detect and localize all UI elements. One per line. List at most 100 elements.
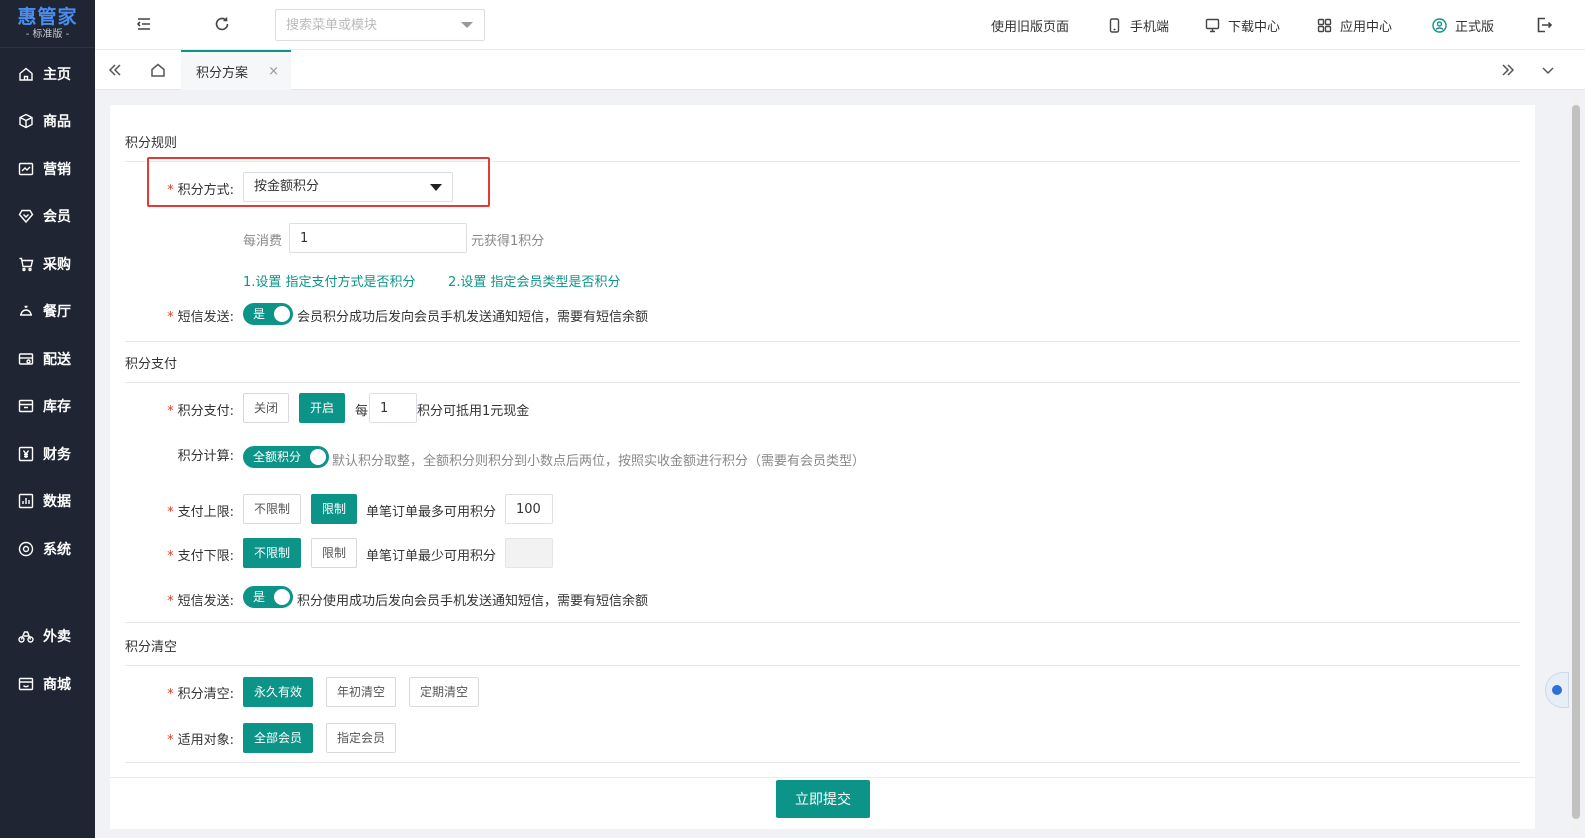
lower-limit-label: * 支付下限: xyxy=(167,549,234,564)
payment-sms-toggle[interactable]: 是 xyxy=(243,586,293,608)
pay-suffix: 积分可抵用1元现金 xyxy=(417,404,530,419)
truck-icon xyxy=(18,353,34,365)
target-label: * 适用对象: xyxy=(167,733,234,748)
consume-suffix: 元获得1积分 xyxy=(471,234,545,249)
mobile-label: 手机端 xyxy=(1130,20,1170,35)
sidebar-item-home[interactable]: 主页 xyxy=(0,54,95,94)
tab-scroll-right-icon[interactable] xyxy=(1488,50,1528,90)
logo-edition: - 标准版 - xyxy=(25,29,70,40)
method-select[interactable]: 按金额积分 xyxy=(243,172,453,202)
scrollbar-thumb[interactable] xyxy=(1572,105,1580,819)
calc-desc: 默认积分取整，全额积分则积分到小数点后两位，按照实收金额进行积分（需要有会员类型… xyxy=(332,454,866,469)
sidebar-item-purchase[interactable]: 采购 xyxy=(0,244,95,284)
clear-permanent-button[interactable]: 永久有效 xyxy=(243,677,314,707)
bar-chart-icon xyxy=(18,493,34,509)
home-tab-icon[interactable] xyxy=(138,50,178,90)
top-header: 使用旧版页面 手机端 下载中心 应用中心 正式版 xyxy=(95,0,1585,50)
diamond-icon xyxy=(18,209,34,224)
app-center-label: 应用中心 xyxy=(1340,20,1393,35)
consume-amount-input[interactable] xyxy=(289,223,467,253)
calc-full-points-toggle[interactable]: 全额积分 xyxy=(243,446,329,468)
sidebar-item-member[interactable]: 会员 xyxy=(0,196,95,236)
upper-limit-label: * 支付上限: xyxy=(167,505,234,520)
consume-prefix: 每消费 xyxy=(243,234,283,249)
payment-sms-desc: 积分使用成功后发向会员手机发送通知短信，需要有短信余额 xyxy=(297,594,649,609)
pay-prefix: 每 xyxy=(355,404,369,419)
yen-icon xyxy=(18,446,34,462)
upper-limit-input[interactable] xyxy=(505,494,553,524)
download-label: 下载中心 xyxy=(1228,20,1281,35)
sidebar-item-goods[interactable]: 商品 xyxy=(0,101,95,141)
box-icon xyxy=(19,113,33,129)
divider xyxy=(125,382,1520,383)
member-type-points-link[interactable]: 2.设置 指定会员类型是否积分 xyxy=(448,271,621,290)
upper-limit-desc: 单笔订单最多可用积分 xyxy=(366,505,497,520)
submit-button[interactable]: 立即提交 xyxy=(776,780,870,818)
all-members-button[interactable]: 全部会员 xyxy=(243,723,314,753)
chevron-down-icon[interactable] xyxy=(461,22,473,28)
clear-periodic-button[interactable]: 定期清空 xyxy=(409,677,480,707)
payment-method-points-link[interactable]: 1.设置 指定支付方式是否积分 xyxy=(243,271,416,290)
section-title-payment: 积分支付 xyxy=(125,357,178,372)
warehouse-icon xyxy=(18,399,34,413)
monitor-icon xyxy=(1205,18,1220,33)
sidebar-item-label: 外卖 xyxy=(43,629,71,645)
menu-search-input[interactable] xyxy=(275,9,485,41)
sidebar-item-label: 财务 xyxy=(43,447,71,463)
lower-limited-button[interactable]: 限制 xyxy=(311,538,358,568)
mobile-link[interactable]: 手机端 xyxy=(1107,16,1169,35)
download-center-link[interactable]: 下载中心 xyxy=(1205,16,1280,35)
refresh-icon[interactable] xyxy=(213,15,233,35)
settings-icon xyxy=(18,541,34,557)
old-version-link[interactable]: 使用旧版页面 xyxy=(991,16,1069,35)
sidebar-item-label: 配送 xyxy=(43,352,71,368)
lower-limit-input[interactable] xyxy=(505,538,553,568)
phone-icon xyxy=(1109,18,1120,33)
specific-members-button[interactable]: 指定会员 xyxy=(326,723,397,753)
pay-off-button[interactable]: 关闭 xyxy=(243,393,290,423)
tab-scroll-left-icon[interactable] xyxy=(95,50,135,90)
sidebar-item-label: 主页 xyxy=(43,67,71,83)
upper-limited-button[interactable]: 限制 xyxy=(311,494,358,524)
tab-bar: 积分方案 × xyxy=(95,50,1585,90)
app-logo[interactable]: 惠管家 - 标准版 - xyxy=(0,0,95,48)
sidebar-item-takeout[interactable]: 外卖 xyxy=(0,616,95,656)
tab-menu-chevron-icon[interactable] xyxy=(1528,50,1568,90)
clear-year-start-button[interactable]: 年初清空 xyxy=(326,677,397,707)
pay-on-button[interactable]: 开启 xyxy=(299,393,346,423)
tab-close-icon[interactable]: × xyxy=(268,64,279,79)
rules-sms-label: * 短信发送: xyxy=(167,310,234,325)
menu-collapse-icon[interactable] xyxy=(135,15,155,35)
home-icon xyxy=(19,67,33,81)
rules-sms-desc: 会员积分成功后发向会员手机发送通知短信，需要有短信余额 xyxy=(297,310,649,325)
divider xyxy=(125,622,1520,623)
points-plan-form: 积分规则 *积分方式: 按金额积分 每消费 元获得1积分 1.设置 指定支付方式… xyxy=(110,105,1535,829)
app-center-link[interactable]: 应用中心 xyxy=(1317,16,1392,35)
sidebar-item-label: 会员 xyxy=(43,209,71,225)
sidebar-item-marketing[interactable]: 营销 xyxy=(0,149,95,189)
upper-unlimited-button[interactable]: 不限制 xyxy=(243,494,302,524)
payment-sms-label: * 短信发送: xyxy=(167,594,234,609)
divider xyxy=(125,665,1520,666)
floating-assistant-icon[interactable] xyxy=(1545,672,1569,708)
sidebar-item-inventory[interactable]: 库存 xyxy=(0,386,95,426)
section-title-clear: 积分清空 xyxy=(125,640,178,655)
rules-sms-toggle[interactable]: 是 xyxy=(243,303,293,325)
sidebar-item-label: 库存 xyxy=(43,399,71,415)
sidebar-item-delivery[interactable]: 配送 xyxy=(0,339,95,379)
lower-unlimited-button[interactable]: 不限制 xyxy=(243,538,302,568)
logout-icon[interactable] xyxy=(1535,16,1555,36)
sidebar-item-system[interactable]: 系统 xyxy=(0,529,95,569)
sidebar-item-mall[interactable]: 商城 xyxy=(0,664,95,704)
sidebar-item-data[interactable]: 数据 xyxy=(0,481,95,521)
sidebar-item-restaurant[interactable]: 餐厅 xyxy=(0,291,95,331)
pay-label: * 积分支付: xyxy=(167,404,234,419)
tab-points-plan[interactable]: 积分方案 × xyxy=(181,50,291,90)
sidebar-item-label: 餐厅 xyxy=(43,304,71,320)
edition-link[interactable]: 正式版 xyxy=(1432,16,1494,35)
user-avatar-icon xyxy=(1432,18,1447,33)
bike-icon xyxy=(18,631,34,643)
chart-icon xyxy=(18,162,34,176)
sidebar-item-finance[interactable]: 财务 xyxy=(0,434,95,474)
pay-points-input[interactable] xyxy=(369,393,417,423)
